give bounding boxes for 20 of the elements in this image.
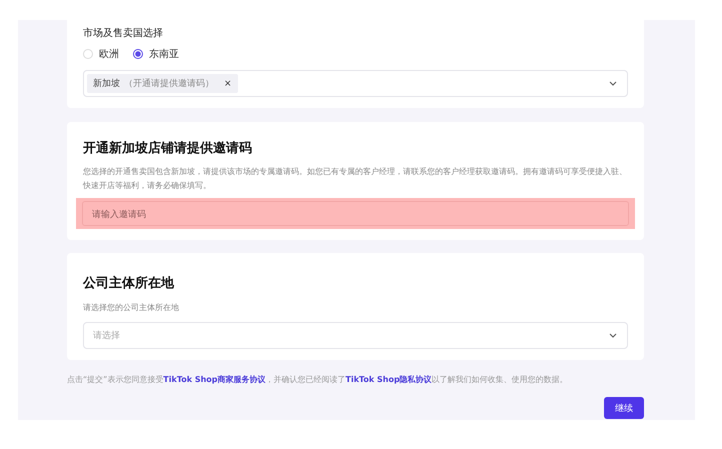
agreement-link[interactable]: TikTok Shop商家服务协议 — [163, 375, 266, 384]
chevron-down-icon — [609, 333, 617, 338]
region-radio[interactable]: 东南亚 — [133, 47, 179, 61]
chevron-down-icon — [609, 81, 617, 86]
tag-note: （开通请提供邀请码） — [124, 78, 214, 90]
agreement-text: ，并确认您已经阅读了 — [266, 375, 346, 384]
country-select[interactable]: 新加坡 （开通请提供邀请码） × — [83, 70, 628, 97]
region-radio[interactable]: 欧洲 — [83, 47, 119, 61]
agreement-text: 点击“提交”表示您同意接受 — [67, 375, 164, 384]
section-label: 市场及售卖国选择 — [83, 26, 164, 40]
section-subtitle: 请选择您的公司主体所在地 — [83, 302, 180, 313]
invite-code-field[interactable]: 请输入邀请码 — [82, 201, 629, 226]
section-description: 您选择的开通售卖国包含新加坡，请提供该市场的专属邀请码。如您已有专属的客户经理，请联系您的客户经理获取邀请码。拥有邀请码可享受便捷入驻、快速开店等福利，请务必确保填写。 — [83, 166, 628, 192]
agreement-text: 以了解我们如何收集、使用您的数据。 — [432, 375, 568, 384]
tag-label: 新加坡 — [93, 78, 120, 90]
section-title: 公司主体所在地 — [83, 274, 176, 292]
section-title: 开通新加坡店铺请提供邀请码 — [83, 140, 253, 157]
agreement-link[interactable]: TikTok Shop隐私协议 — [346, 375, 432, 384]
remove-tag-button[interactable]: × — [224, 78, 232, 88]
continue-button[interactable]: 继续 — [604, 397, 644, 419]
